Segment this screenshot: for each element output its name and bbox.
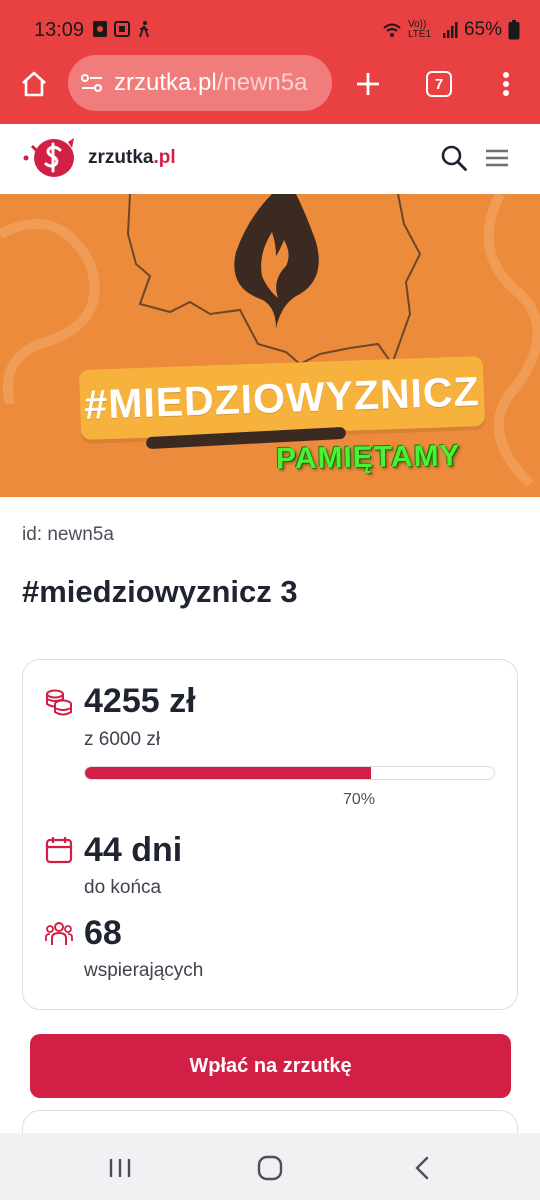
hero-hashtag: #MIEDZIOWYZNICZ [83, 367, 481, 428]
back-button[interactable] [402, 1148, 442, 1188]
donate-button[interactable]: Wpłać na zrzutkę [30, 1034, 511, 1098]
url-path: /newn5a [216, 69, 308, 96]
more-menu-button[interactable] [484, 62, 528, 106]
logo-tld: .pl [153, 147, 176, 168]
battery-icon [508, 20, 520, 40]
menu-button[interactable] [479, 140, 515, 176]
days-left-label: do końca [84, 877, 162, 898]
url-bar[interactable]: zrzutka.pl/newn5a [68, 55, 332, 111]
url-text[interactable]: zrzutka.pl/newn5a [114, 69, 307, 97]
url-host: zrzutka.pl [114, 69, 217, 96]
hero-subtitle: PAMIĘTAMY [275, 439, 461, 476]
fundraiser-id: id: newn5a [22, 524, 114, 545]
system-nav-bar [0, 1133, 540, 1200]
tabs-button[interactable]: 7 [417, 62, 461, 106]
search-button[interactable] [436, 140, 472, 176]
tabs-icon: 7 [426, 71, 452, 97]
piggy-bank-logo-icon [23, 138, 74, 177]
browser-toolbar: zrzutka.pl/newn5a 7 [0, 48, 540, 124]
status-indicators: Vo)) LTE1 65% [382, 19, 520, 41]
logo-name: zrzutka [88, 147, 154, 168]
screen-record-icon [114, 21, 130, 37]
home-nav-button[interactable] [250, 1148, 290, 1188]
hero-image: #MIEDZIOWYZNICZ PAMIĘTAMY [0, 194, 540, 497]
coins-icon [46, 689, 72, 716]
site-settings-icon[interactable] [80, 72, 104, 94]
supporters-count: 68 [84, 914, 122, 952]
site-logo[interactable]: zrzutka.pl [22, 136, 176, 180]
status-time: 13:09 [34, 19, 85, 41]
progress-percent: 70% [343, 791, 376, 808]
network-type: Vo)) LTE1 [407, 19, 432, 40]
menu-icon [486, 149, 508, 167]
more-icon [503, 72, 509, 96]
days-left: 44 dni [84, 831, 183, 869]
progress-bar [84, 766, 495, 780]
hero-hashtag-banner: #MIEDZIOWYZNICZ [78, 355, 486, 441]
battery-percent: 65% [463, 19, 502, 40]
logo-text: zrzutka.pl [88, 147, 176, 169]
raised-amount: 4255 zł [84, 682, 196, 720]
stats-card: 4255 zł z 6000 zł 70% 44 dni do końca 68… [22, 659, 518, 1010]
home-nav-icon [257, 1155, 283, 1181]
search-icon [441, 145, 467, 171]
supporters-icon [45, 922, 73, 945]
walking-icon [139, 21, 149, 38]
new-tab-button[interactable] [346, 62, 390, 106]
calendar-icon [45, 837, 73, 864]
progress-fill [85, 767, 372, 779]
recents-icon [109, 1159, 131, 1177]
site-header: zrzutka.pl [0, 124, 540, 194]
home-icon [22, 71, 46, 97]
goal-amount: z 6000 zł [84, 729, 161, 750]
back-icon [415, 1156, 429, 1180]
supporters-label: wspierających [84, 960, 204, 981]
fundraiser-title: #miedziowyznicz 3 [22, 574, 298, 609]
new-tab-icon [357, 73, 379, 95]
gallery-icon [93, 21, 107, 37]
home-button[interactable] [12, 62, 56, 106]
signal-icon [442, 22, 458, 38]
recents-button[interactable] [100, 1148, 140, 1188]
wifi-icon [383, 23, 401, 37]
